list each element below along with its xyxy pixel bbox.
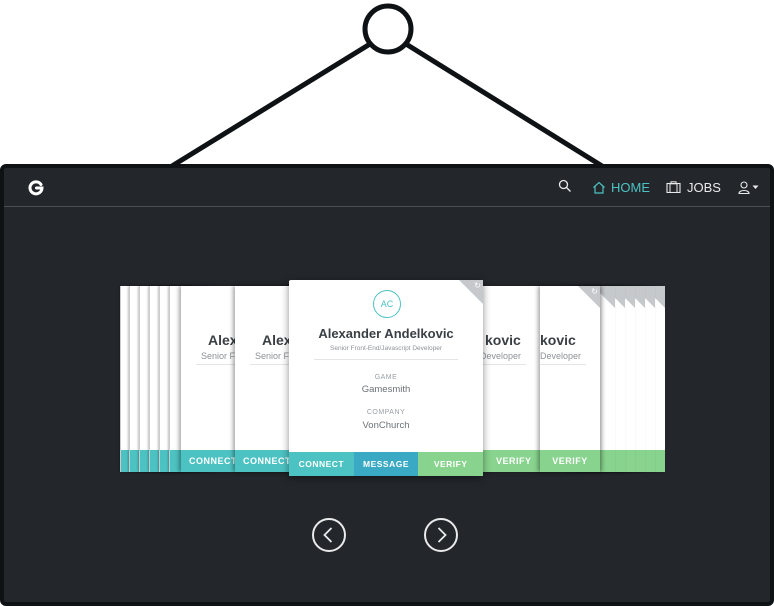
avatar: AC — [373, 290, 401, 318]
verify-button[interactable]: VERIFY — [540, 450, 600, 472]
card-carousel: Alex Senior Fr CONNECT Alex Senior Fr CO… — [4, 168, 770, 602]
profile-card-active[interactable]: ↻ AC Alexander Andelkovic Senior Front-E… — [289, 280, 484, 476]
chevron-right-icon — [437, 527, 447, 543]
next-button[interactable] — [424, 518, 458, 552]
profile-card-right-2[interactable]: ↻ kovic Developer VERIFY — [540, 286, 600, 472]
card-role: Developer — [540, 351, 582, 361]
card-name: kovic — [485, 332, 521, 348]
card-role: Senior Front-End/Javascript Developer — [330, 345, 442, 352]
game-label: GAME — [374, 374, 398, 381]
divider — [480, 364, 526, 365]
message-button[interactable]: MESSAGE — [353, 452, 419, 476]
chevron-left-icon — [323, 527, 333, 543]
card-actions: CONNECT MESSAGE VERIFY — [289, 452, 484, 476]
game-value: Gamesmith — [361, 384, 411, 395]
card-name: kovic — [540, 332, 576, 348]
verify-button[interactable]: VERIFY — [418, 452, 484, 476]
refresh-icon[interactable]: ↻ — [474, 281, 481, 290]
card-name: Alexander Andelkovic — [318, 326, 454, 341]
connect-button[interactable]: CONNECT — [289, 452, 354, 476]
divider — [314, 359, 458, 360]
company-value: VonChurch — [362, 420, 410, 431]
app-window: HOME JOBS Alex Senior Fr CONNECT Alex Se… — [0, 164, 774, 606]
card-name: Alex — [208, 332, 238, 348]
card-name: Alex — [262, 332, 292, 348]
card-role: Senior Fr — [201, 351, 239, 361]
card-role: Senior Fr — [255, 351, 293, 361]
refresh-icon: ↻ — [591, 287, 598, 296]
divider — [540, 364, 586, 365]
card-role: Developer — [480, 351, 522, 361]
company-label: COMPANY — [366, 409, 406, 416]
previous-button[interactable] — [312, 518, 346, 552]
